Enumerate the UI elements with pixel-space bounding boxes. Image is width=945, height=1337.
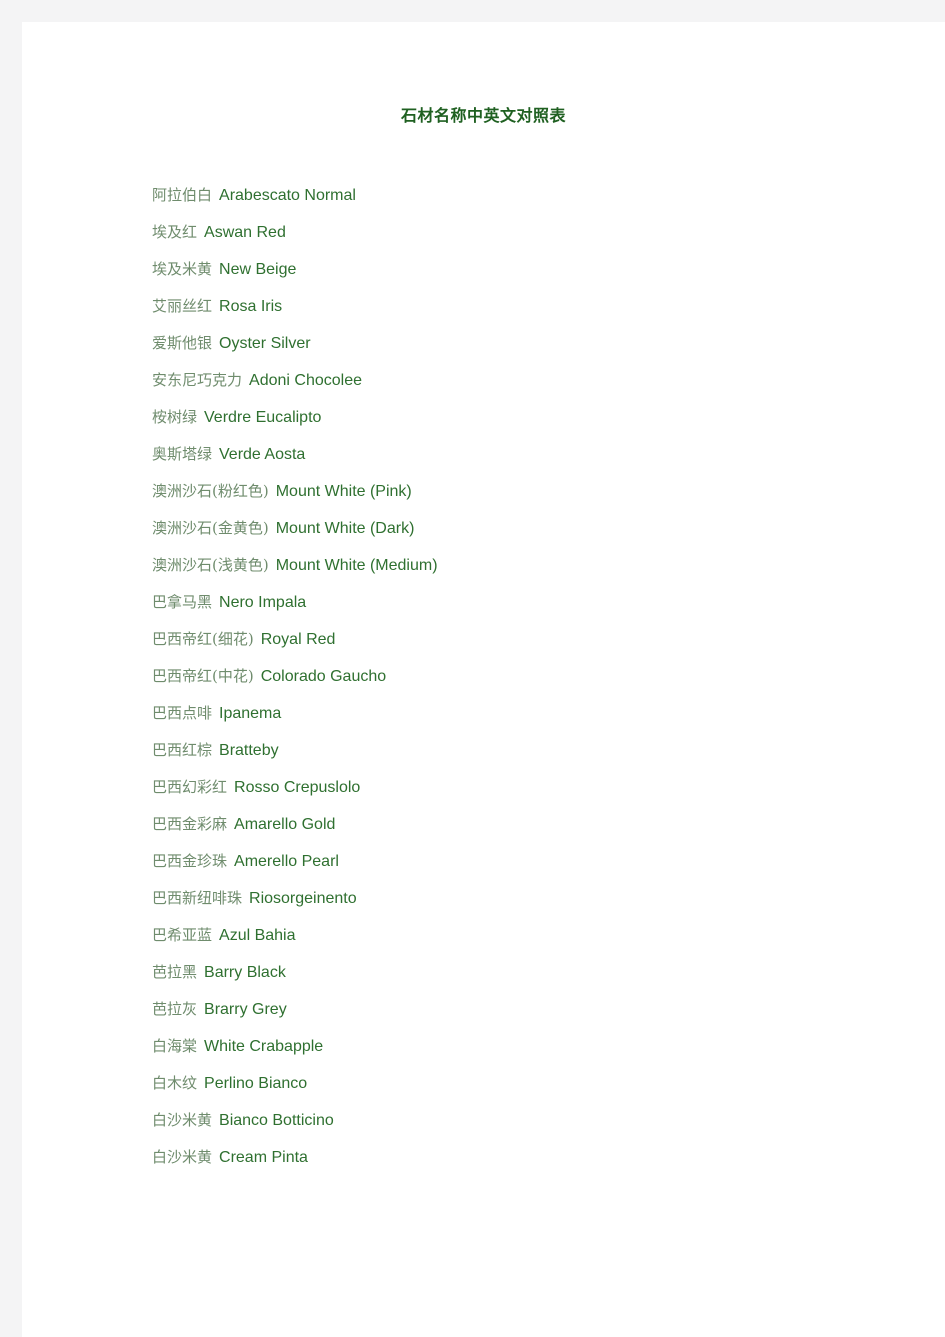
stone-name-english: Ipanema [219, 705, 282, 722]
list-item: 巴西点啡 Ipanema [152, 695, 912, 732]
stone-name-chinese: 安东尼巧克力 [152, 371, 243, 389]
stone-name-english: White Crabapple [204, 1038, 324, 1055]
stone-name-chinese: 巴西点啡 [152, 704, 213, 722]
stone-name-english: Rosa Iris [219, 298, 283, 315]
stone-name-chinese: 巴希亚蓝 [152, 926, 213, 944]
list-item: 澳洲沙石(浅黄色) Mount White (Medium) [152, 547, 912, 584]
stone-name-english: Amarello Gold [234, 816, 336, 833]
list-item: 埃及红 Aswan Red [152, 214, 912, 251]
stone-name-chinese: 白木纹 [152, 1074, 198, 1092]
list-item: 埃及米黄 New Beige [152, 251, 912, 288]
stone-name-english: New Beige [219, 261, 297, 278]
page-title: 石材名称中英文对照表 [400, 106, 566, 125]
list-item: 白海棠 White Crabapple [152, 1028, 912, 1065]
stone-name-english: Amerello Pearl [234, 853, 339, 870]
stone-name-chinese: 阿拉伯白 [152, 186, 213, 204]
stone-name-chinese: 澳洲沙石(粉红色) [152, 482, 269, 500]
document-page: 石材名称中英文对照表 阿拉伯白 Arabescato Normal 埃及红 Aswan… [22, 22, 945, 1337]
stone-name-english: Colorado Gaucho [260, 668, 387, 685]
list-item: 桉树绿 Verdre Eucalipto [152, 399, 912, 436]
stone-name-chinese: 白海棠 [152, 1037, 198, 1055]
stone-name-english: Mount White (Medium) [275, 557, 438, 574]
list-item: 白木纹 Perlino Bianco [152, 1065, 912, 1102]
stone-name-chinese: 奥斯塔绿 [152, 445, 213, 463]
list-item: 澳洲沙石(粉红色) Mount White (Pink) [152, 473, 912, 510]
stone-name-chinese: 巴西幻彩红 [152, 778, 228, 796]
list-item: 巴西金珍珠 Amerello Pearl [152, 843, 912, 880]
stone-name-chinese: 巴西金珍珠 [152, 852, 228, 870]
list-item: 澳洲沙石(金黄色) Mount White (Dark) [152, 510, 912, 547]
list-item: 白沙米黄 Cream Pinta [152, 1139, 912, 1176]
list-item: 巴西金彩麻 Amarello Gold [152, 806, 912, 843]
stone-name-chinese: 埃及红 [152, 223, 198, 241]
stone-name-english: Royal Red [260, 631, 336, 648]
stone-name-english: Verdre Eucalipto [204, 409, 322, 426]
list-item: 巴拿马黑 Nero Impala [152, 584, 912, 621]
stone-name-english: Verde Aosta [219, 446, 306, 463]
stone-name-english: Mount White (Dark) [275, 520, 415, 537]
list-item: 巴西帝红(中花) Colorado Gaucho [152, 658, 912, 695]
list-item: 艾丽丝红 Rosa Iris [152, 288, 912, 325]
stone-name-chinese: 埃及米黄 [152, 260, 213, 278]
stone-name-english: Arabescato Normal [219, 187, 356, 204]
stone-name-chinese: 芭拉灰 [152, 1000, 198, 1018]
stone-name-chinese: 巴西红棕 [152, 741, 213, 759]
stone-name-english: Oyster Silver [219, 335, 311, 352]
list-item: 安东尼巧克力 Adoni Chocolee [152, 362, 912, 399]
stone-name-chinese: 桉树绿 [152, 408, 198, 426]
stone-name-chinese: 巴西新纽啡珠 [152, 889, 243, 907]
stone-name-chinese: 爱斯他银 [152, 334, 213, 352]
stone-name-english: Perlino Bianco [204, 1075, 308, 1092]
list-item: 奥斯塔绿 Verde Aosta [152, 436, 912, 473]
stone-name-chinese: 芭拉黑 [152, 963, 198, 981]
stone-name-english: Rosso Crepuslolo [234, 779, 361, 796]
stone-name-english: Cream Pinta [219, 1149, 308, 1166]
stone-name-chinese: 艾丽丝红 [152, 297, 213, 315]
list-item: 巴希亚蓝 Azul Bahia [152, 917, 912, 954]
stone-name-english: Riosorgeinento [249, 890, 357, 907]
stone-name-english: Aswan Red [204, 224, 286, 241]
stone-name-chinese: 澳洲沙石(金黄色) [152, 519, 269, 537]
stone-name-english: Adoni Chocolee [249, 372, 362, 389]
list-item: 巴西幻彩红 Rosso Crepuslolo [152, 769, 912, 806]
list-item: 白沙米黄 Bianco Botticino [152, 1102, 912, 1139]
stone-name-chinese: 白沙米黄 [152, 1148, 213, 1166]
stone-name-english: Bianco Botticino [219, 1112, 334, 1129]
stone-name-chinese: 巴西帝红(细花) [152, 630, 254, 648]
list-item: 巴西新纽啡珠 Riosorgeinento [152, 880, 912, 917]
stone-name-english: Mount White (Pink) [275, 483, 412, 500]
list-item: 芭拉灰 Brarry Grey [152, 991, 912, 1028]
list-item: 阿拉伯白 Arabescato Normal [152, 177, 912, 214]
stone-name-chinese: 澳洲沙石(浅黄色) [152, 556, 269, 574]
stone-name-chinese: 巴拿马黑 [152, 593, 213, 611]
stone-name-english: Azul Bahia [219, 927, 296, 944]
stone-name-english: Nero Impala [219, 594, 307, 611]
stone-name-list: 阿拉伯白 Arabescato Normal 埃及红 Aswan Red 埃及米黄 New… [152, 177, 912, 1176]
stone-name-chinese: 巴西帝红(中花) [152, 667, 254, 685]
list-item: 芭拉黑 Barry Black [152, 954, 912, 991]
list-item: 巴西红棕 Bratteby [152, 732, 912, 769]
stone-name-english: Barry Black [204, 964, 286, 981]
stone-name-english: Bratteby [219, 742, 279, 759]
list-item: 巴西帝红(细花) Royal Red [152, 621, 912, 658]
stone-name-english: Brarry Grey [204, 1001, 287, 1018]
list-item: 爱斯他银 Oyster Silver [152, 325, 912, 362]
stone-name-chinese: 巴西金彩麻 [152, 815, 228, 833]
stone-name-chinese: 白沙米黄 [152, 1111, 213, 1129]
